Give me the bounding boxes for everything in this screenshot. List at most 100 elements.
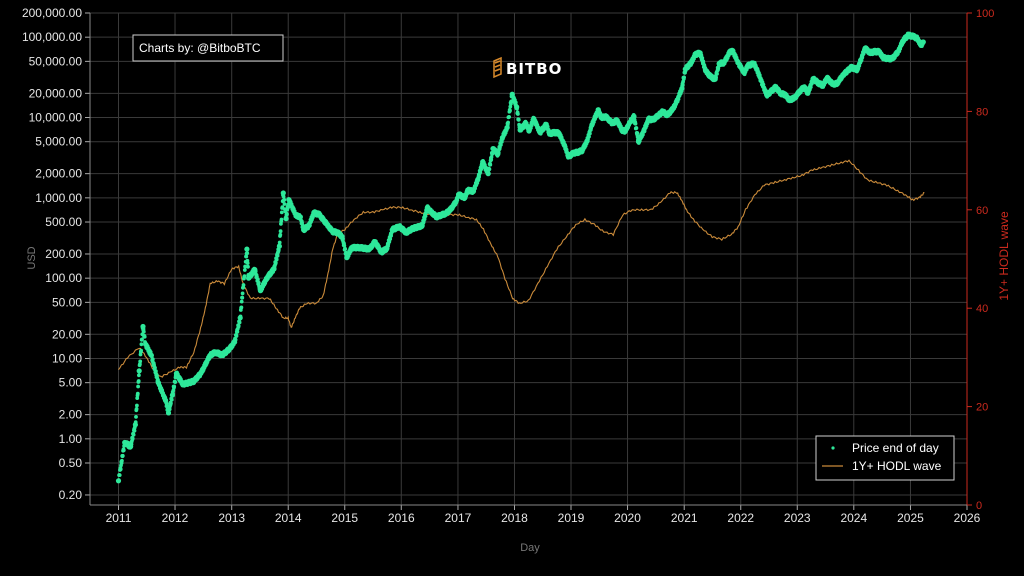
price-point	[173, 380, 178, 384]
price-point	[134, 407, 139, 411]
price-point	[281, 194, 286, 199]
y-left-tick-label: 100,000.00	[22, 30, 82, 44]
price-point	[150, 353, 154, 358]
y-left-tick-label: 50,000.00	[29, 54, 83, 68]
price-point	[682, 75, 686, 80]
price-point	[135, 403, 139, 408]
price-point	[136, 384, 141, 389]
x-tick-label: 2024	[840, 511, 867, 525]
price-point	[516, 112, 520, 116]
x-axis-title: Day	[520, 542, 540, 554]
price-point	[282, 202, 287, 206]
y-left-tick-label: 0.20	[59, 488, 83, 502]
y-left-tick-label: 100.00	[45, 271, 82, 285]
price-point	[515, 106, 519, 111]
price-point	[131, 432, 136, 437]
credit-box[interactable]: Charts by: @BitboBTC	[132, 34, 284, 62]
price-point	[233, 337, 238, 342]
y-axis-right-title: 1Y+ HODL wave	[997, 211, 1011, 301]
x-tick-label: 2025	[897, 511, 924, 525]
price-point	[121, 448, 126, 453]
y-left-tick-label: 0.50	[59, 456, 83, 470]
price-point	[507, 115, 511, 119]
price-point	[130, 436, 135, 441]
price-point	[278, 229, 283, 234]
price-point	[139, 348, 144, 353]
x-tick-label: 2018	[501, 511, 528, 525]
price-point	[240, 291, 245, 296]
logo-text: BITBO	[506, 60, 562, 78]
price-point	[496, 150, 501, 155]
price-point	[385, 247, 390, 252]
price-point	[128, 445, 133, 450]
y-left-tick-label: 10,000.00	[29, 111, 83, 125]
price-point	[680, 83, 685, 87]
x-tick-label: 2013	[218, 511, 245, 525]
price-point	[276, 247, 281, 252]
y-left-tick-label: 2,000.00	[35, 167, 82, 181]
price-point	[700, 56, 705, 60]
price-point	[120, 458, 124, 463]
price-point	[285, 212, 289, 217]
price-point	[588, 131, 592, 136]
price-point	[132, 428, 137, 433]
price-point	[120, 453, 125, 458]
price-series	[115, 31, 926, 484]
x-tick-label: 2022	[727, 511, 754, 525]
price-point	[132, 425, 137, 430]
price-point	[635, 131, 640, 135]
price-point	[133, 420, 138, 425]
price-point	[506, 120, 510, 125]
y-left-tick-label: 10.00	[52, 351, 82, 365]
y-left-tick-label: 200,000.00	[22, 6, 82, 20]
y-left-tick-label: 5,000.00	[35, 135, 82, 149]
y-left-tick-label: 20,000.00	[29, 86, 83, 100]
legend-hodl-label[interactable]: 1Y+ HODL wave	[852, 459, 942, 473]
price-point	[271, 270, 275, 274]
price-point	[242, 268, 247, 272]
credit-text: Charts by: @BitboBTC	[139, 41, 261, 55]
price-point	[634, 126, 639, 130]
price-point	[505, 127, 509, 131]
y-right-tick-label: 20	[976, 402, 988, 414]
price-point	[277, 240, 282, 245]
y-left-tick-label: 200.00	[45, 247, 82, 261]
legend[interactable]: Price end of day 1Y+ HODL wave	[815, 435, 955, 481]
price-point	[239, 305, 244, 310]
price-point	[234, 334, 239, 338]
legend-price-label[interactable]: Price end of day	[852, 441, 939, 455]
x-tick-label: 2014	[275, 511, 302, 525]
price-point	[150, 357, 155, 362]
price-point	[141, 329, 146, 334]
price-point	[274, 257, 279, 262]
price-point	[135, 391, 140, 396]
y-left-tick-label: 500.00	[45, 215, 82, 229]
x-tick-label: 2015	[331, 511, 358, 525]
x-tick-label: 2023	[784, 511, 811, 525]
y-right-tick-label: 60	[976, 205, 988, 217]
price-point	[245, 261, 250, 265]
price-point	[278, 232, 283, 237]
price-point	[488, 162, 493, 167]
x-tick-label: 2017	[445, 511, 472, 525]
price-point	[279, 210, 284, 215]
price-point	[341, 236, 345, 241]
price-point	[136, 379, 141, 383]
x-tick-label: 2026	[954, 511, 981, 525]
price-point	[238, 314, 243, 319]
y-left-tick-label: 20.00	[52, 327, 82, 341]
price-point	[154, 369, 158, 373]
hodl-series	[118, 159, 925, 378]
y-axis-left-title: USD	[26, 246, 38, 269]
price-point	[253, 269, 258, 273]
price-point	[148, 350, 153, 354]
price-point	[236, 324, 241, 328]
price-point	[715, 72, 719, 76]
price-point	[479, 167, 484, 172]
price-point	[153, 365, 157, 370]
price-point	[714, 75, 718, 80]
x-tick-label: 2016	[388, 511, 415, 525]
hodl-wave-chart: 2011 2012 2013 2014 2015 2016 2017 2018 2019 2020…	[22, 6, 1011, 554]
y-left-tick-label: 1.00	[59, 432, 83, 446]
price-point	[241, 283, 246, 287]
